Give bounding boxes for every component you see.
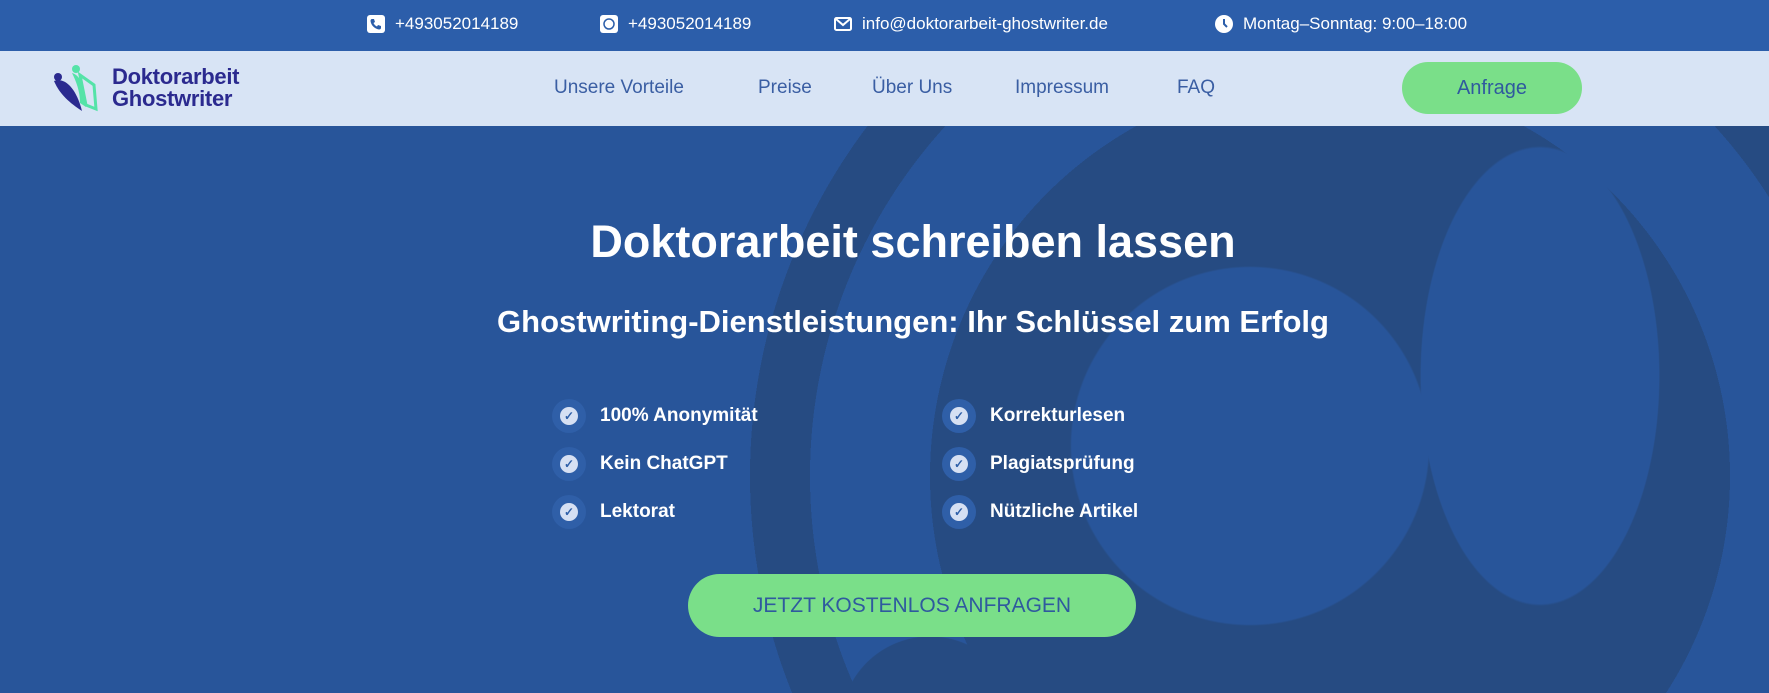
check-icon: ✓ [942,447,976,481]
feature-item: ✓ Kein ChatGPT [552,447,728,481]
hero-subtitle: Ghostwriting-Dienstleistungen: Ihr Schlü… [497,304,1329,339]
check-icon: ✓ [552,447,586,481]
whatsapp-number[interactable]: +493052014189 [628,14,751,34]
email-contact[interactable]: info@doktorarbeit-ghostwriter.de [834,14,1108,34]
feature-item: ✓ 100% Anonymität [552,399,758,433]
opening-hours: Montag–Sonntag: 9:00–18:00 [1215,14,1467,34]
feature-item: ✓ Korrekturlesen [942,399,1125,433]
logo-line2: Ghostwriter [112,86,233,111]
feature-item: ✓ Nützliche Artikel [942,495,1138,529]
phone-icon [367,15,385,33]
check-icon: ✓ [552,495,586,529]
hero-section: Doktorarbeit schreiben lassen Ghostwriti… [0,126,1769,693]
phone-contact[interactable]: +493052014189 [367,14,518,34]
whatsapp-contact[interactable]: +493052014189 [600,14,751,34]
nav-unsere-vorteile[interactable]: Unsere Vorteile [554,77,684,99]
nav-impressum[interactable]: Impressum [1015,77,1109,99]
feature-item: ✓ Plagiatsprüfung [942,447,1135,481]
envelope-icon [834,17,852,31]
check-icon: ✓ [552,399,586,433]
hours-text: Montag–Sonntag: 9:00–18:00 [1243,14,1468,33]
main-navigation: Doktorarbeit Ghostwriter Unsere Vorteile … [0,51,1769,126]
check-icon: ✓ [942,495,976,529]
nav-preise[interactable]: Preise [758,77,812,99]
logo-icon [54,65,98,112]
feature-label: Kein ChatGPT [600,453,728,474]
nav-ueber-uns[interactable]: Über Uns [872,77,952,99]
hero-title: Doktorarbeit schreiben lassen [590,216,1236,267]
anfrage-button[interactable]: Anfrage [1402,62,1582,114]
feature-label: 100% Anonymität [600,405,758,426]
logo-line1: Doktorarbeit [112,64,240,89]
clock-icon [1215,15,1233,33]
cta-request-button[interactable]: JETZT KOSTENLOS ANFRAGEN [688,574,1136,637]
feature-label: Nützliche Artikel [990,501,1139,522]
feature-label: Lektorat [600,501,675,522]
feature-item: ✓ Lektorat [552,495,675,529]
feature-label: Plagiatsprüfung [990,453,1135,474]
phone-number[interactable]: +493052014189 [395,14,518,34]
nav-faq[interactable]: FAQ [1177,77,1215,99]
check-icon: ✓ [942,399,976,433]
whatsapp-icon [600,15,618,33]
feature-label: Korrekturlesen [990,405,1126,426]
email-address[interactable]: info@doktorarbeit-ghostwriter.de [862,14,1108,34]
site-logo[interactable]: Doktorarbeit Ghostwriter [50,63,240,113]
top-contact-bar: +493052014189 +493052014189 info@doktora… [0,0,1769,51]
